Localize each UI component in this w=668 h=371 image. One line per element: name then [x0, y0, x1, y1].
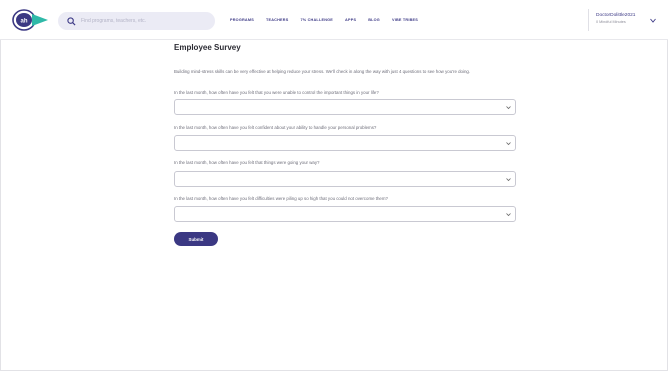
chevron-down-icon[interactable]	[650, 18, 656, 23]
search-input[interactable]	[81, 18, 211, 24]
chevron-down-icon	[506, 213, 511, 217]
nav-apps[interactable]: APPS	[345, 18, 356, 22]
question-label-1: In the last month, how often have you fe…	[174, 90, 379, 95]
top-header: ah PROGRAMS TEACHERS 7% CHALLENGE APPS B…	[0, 0, 668, 40]
user-mindful-minutes: 0 Mindful Minutes	[596, 20, 626, 24]
brand-logo[interactable]: ah	[10, 8, 50, 32]
question-label-3: In the last month, how often have you fe…	[174, 160, 320, 165]
search-bar[interactable]	[58, 12, 215, 30]
nav-vibe-tribes[interactable]: VIBE TRIBES	[392, 18, 418, 22]
page-title: Employee Survey	[174, 43, 241, 52]
chevron-down-icon	[506, 106, 511, 110]
chevron-down-icon	[506, 142, 511, 146]
chevron-down-icon	[506, 178, 511, 182]
survey-intro: Building mind-stress skills can be very …	[174, 69, 471, 74]
question-label-2: In the last month, how often have you fe…	[174, 125, 377, 130]
question-select-1[interactable]	[174, 99, 516, 115]
nav-challenge[interactable]: 7% CHALLENGE	[300, 18, 333, 22]
question-select-3[interactable]	[174, 171, 516, 187]
nav-blog[interactable]: BLOG	[368, 18, 380, 22]
question-select-2[interactable]	[174, 135, 516, 151]
user-divider	[588, 9, 589, 31]
logo-text: ah	[20, 19, 27, 25]
search-icon	[67, 16, 76, 26]
user-menu[interactable]: DoctorDolittle2021 0 Mindful Minutes	[588, 9, 658, 31]
submit-button[interactable]: Submit	[174, 232, 218, 246]
question-label-4: In the last month, how often have you fe…	[174, 196, 388, 201]
main-nav: PROGRAMS TEACHERS 7% CHALLENGE APPS BLOG…	[230, 18, 418, 22]
nav-teachers[interactable]: TEACHERS	[266, 18, 289, 22]
user-name: DoctorDolittle2021	[596, 13, 636, 18]
question-select-4[interactable]	[174, 206, 516, 222]
nav-programs[interactable]: PROGRAMS	[230, 18, 254, 22]
